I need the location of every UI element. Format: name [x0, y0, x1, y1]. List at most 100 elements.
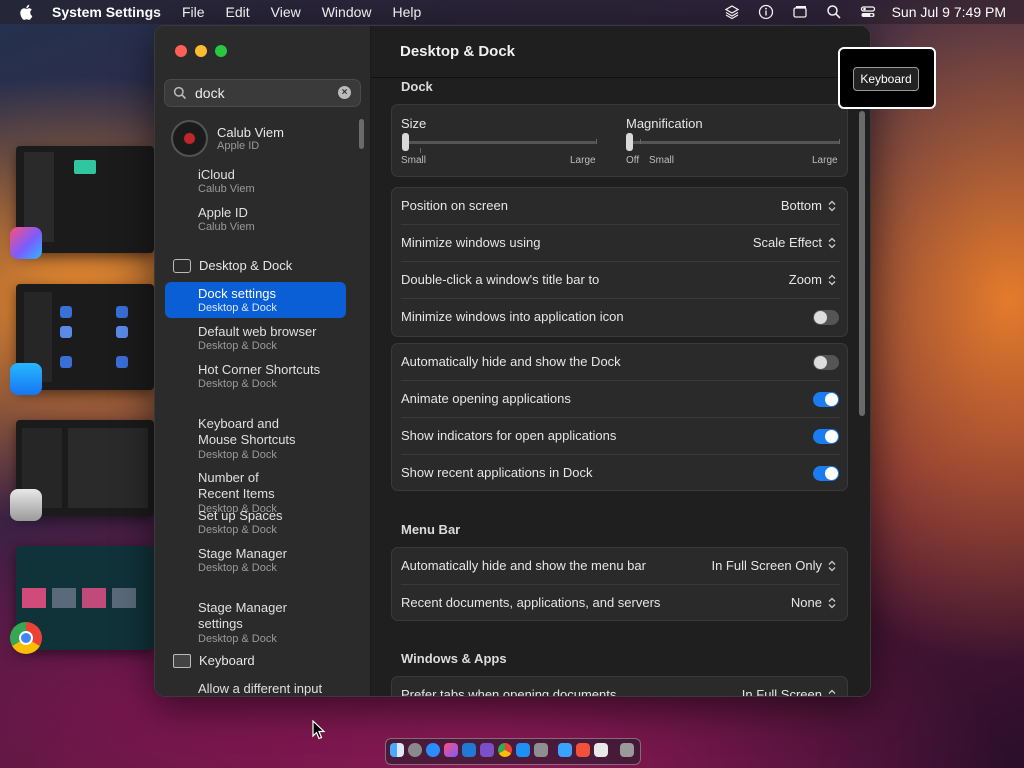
- sidebar-item-set-up-spaces[interactable]: Set up Spaces Desktop & Dock: [198, 508, 283, 536]
- menu-app-name[interactable]: System Settings: [52, 4, 161, 20]
- auto-hide-menu-bar-row[interactable]: Automatically hide and show the menu bar…: [392, 548, 849, 585]
- sidebar-item-label: Set up Spaces: [198, 508, 283, 523]
- main-pane: Desktop & Dock Dock Size Small Large Mag…: [371, 26, 870, 696]
- sidebar-item-icloud[interactable]: iCloud Calub Viem: [198, 167, 255, 195]
- row-label: Show recent applications in Dock: [401, 465, 593, 480]
- trash-icon[interactable]: [620, 743, 634, 757]
- sidebar-section-keyboard[interactable]: Keyboard: [173, 653, 255, 668]
- animate-opening-toggle[interactable]: [813, 392, 839, 407]
- swift-playgrounds-icon[interactable]: [576, 743, 590, 757]
- position-on-screen-row[interactable]: Position on screen Bottom: [392, 188, 849, 225]
- launchpad-icon[interactable]: [408, 743, 422, 757]
- menu-edit[interactable]: Edit: [226, 4, 250, 20]
- app-store-icon[interactable]: [10, 363, 42, 395]
- finder-icon[interactable]: [390, 743, 404, 757]
- preview-dock-icon[interactable]: [594, 743, 608, 757]
- system-settings-window: × Calub Viem Apple ID iCloud Calub Viem …: [154, 25, 871, 697]
- vscode-icon[interactable]: [462, 743, 476, 757]
- safari-icon[interactable]: [426, 743, 440, 757]
- prefer-tabs-row[interactable]: Prefer tabs when opening documents In Fu…: [392, 677, 849, 696]
- sidebar-item-stage-manager[interactable]: Stage Manager Desktop & Dock: [198, 546, 287, 574]
- dock-size-panel: Size Small Large Magnification Off Small…: [391, 104, 848, 177]
- search-field[interactable]: ×: [164, 79, 361, 107]
- shortcuts-dock-icon[interactable]: [444, 743, 458, 757]
- system-settings-dock-icon[interactable]: [534, 743, 548, 757]
- chrome-dock-icon[interactable]: [498, 743, 512, 757]
- recent-documents-select[interactable]: None: [791, 595, 836, 610]
- sidebar: × Calub Viem Apple ID iCloud Calub Viem …: [155, 26, 371, 696]
- sidebar-item-default-web-browser[interactable]: Default web browser Desktop & Dock: [198, 324, 317, 352]
- minimize-effect-select[interactable]: Scale Effect: [753, 235, 836, 250]
- show-indicators-toggle[interactable]: [813, 429, 839, 444]
- double-click-select[interactable]: Zoom: [789, 272, 836, 287]
- sidebar-item-dock-settings[interactable]: Dock settings Desktop & Dock: [198, 286, 277, 314]
- avatar: [171, 120, 208, 157]
- chevron-updown-icon: [828, 237, 836, 248]
- folder-dock-icon[interactable]: [558, 743, 572, 757]
- main-scrollbar[interactable]: [859, 111, 865, 416]
- menu-help[interactable]: Help: [393, 4, 422, 20]
- sidebar-profile[interactable]: Calub Viem Apple ID: [171, 120, 351, 160]
- shortcuts-app-icon[interactable]: [10, 227, 42, 259]
- row-label: Recent documents, applications, and serv…: [401, 595, 661, 610]
- search-input[interactable]: [193, 84, 337, 102]
- sidebar-item-hot-corner-shortcuts[interactable]: Hot Corner Shortcuts Desktop & Dock: [198, 362, 320, 390]
- auto-hide-dock-toggle[interactable]: [813, 355, 839, 370]
- visual-studio-icon[interactable]: [480, 743, 494, 757]
- size-slider-track[interactable]: [404, 141, 596, 144]
- zoom-window-button[interactable]: [215, 45, 227, 57]
- size-slider-knob[interactable]: [402, 133, 409, 151]
- size-tick: [420, 148, 421, 153]
- menu-view[interactable]: View: [271, 4, 301, 20]
- app-store-dock-icon[interactable]: [516, 743, 530, 757]
- screens-icon[interactable]: [792, 4, 808, 20]
- recent-documents-row[interactable]: Recent documents, applications, and serv…: [392, 585, 849, 622]
- sidebar-item-sub: Calub Viem: [198, 221, 255, 233]
- info-circle-icon[interactable]: [758, 4, 774, 20]
- sidebar-item-sub: Desktop & Dock: [198, 302, 277, 314]
- menu-file[interactable]: File: [182, 4, 205, 20]
- size-max-label: Large: [570, 155, 596, 166]
- position-select[interactable]: Bottom: [781, 198, 836, 213]
- spotlight-search-icon[interactable]: [826, 4, 842, 20]
- sidebar-item-apple-id[interactable]: Apple ID Calub Viem: [198, 205, 255, 233]
- section-heading-menu-bar: Menu Bar: [401, 522, 461, 537]
- prefer-tabs-select[interactable]: In Full Screen: [742, 687, 836, 696]
- close-window-button[interactable]: [175, 45, 187, 57]
- minimize-windows-using-row[interactable]: Minimize windows using Scale Effect: [392, 225, 849, 262]
- row-label: Automatically hide and show the menu bar: [401, 558, 646, 573]
- sidebar-section-desktop-dock[interactable]: Desktop & Dock: [173, 258, 292, 273]
- chrome-browser-icon[interactable]: [10, 622, 42, 654]
- sidebar-item-sub: Desktop & Dock: [198, 562, 277, 574]
- minimize-into-icon-row: Minimize windows into application icon: [392, 299, 849, 336]
- sidebar-section-label: Desktop & Dock: [199, 258, 293, 273]
- magnification-slider-track[interactable]: [628, 141, 840, 144]
- row-label: Minimize windows using: [401, 235, 541, 250]
- clear-search-icon[interactable]: ×: [338, 86, 351, 99]
- sidebar-scrollbar[interactable]: [359, 119, 364, 149]
- layers-icon[interactable]: [724, 4, 740, 20]
- minimize-window-button[interactable]: [195, 45, 207, 57]
- magnification-tick: [839, 139, 840, 144]
- minimize-into-icon-toggle[interactable]: [813, 310, 839, 325]
- title-divider: [371, 77, 870, 78]
- double-click-title-bar-row[interactable]: Double-click a window's title bar to Zoo…: [392, 262, 849, 299]
- show-recent-apps-toggle[interactable]: [813, 466, 839, 481]
- menu-window[interactable]: Window: [322, 4, 372, 20]
- sidebar-item-label: Apple ID: [198, 205, 248, 220]
- downloads-folder-icon[interactable]: [10, 489, 42, 521]
- menubar-clock[interactable]: Sun Jul 9 7:49 PM: [892, 4, 1006, 20]
- row-label: Animate opening applications: [401, 391, 571, 406]
- magnification-slider-knob[interactable]: [626, 133, 633, 151]
- control-center-icon[interactable]: [860, 4, 876, 20]
- sidebar-item-stage-manager-settings[interactable]: Stage Manager settings Desktop & Dock: [198, 584, 287, 662]
- keyboard-button[interactable]: Keyboard: [853, 67, 919, 91]
- menu-bar: System Settings File Edit View Window He…: [0, 0, 1024, 24]
- auto-hide-menu-bar-select[interactable]: In Full Screen Only: [711, 558, 836, 573]
- auto-hide-dock-row: Automatically hide and show the Dock: [392, 344, 849, 381]
- sidebar-item-allow-different-input[interactable]: Allow a different input: [198, 681, 322, 696]
- apple-menu-icon[interactable]: [18, 3, 36, 21]
- search-icon: [173, 86, 187, 100]
- magnification-label: Magnification: [626, 116, 703, 131]
- sidebar-item-label: Stage Manager settings: [198, 600, 287, 631]
